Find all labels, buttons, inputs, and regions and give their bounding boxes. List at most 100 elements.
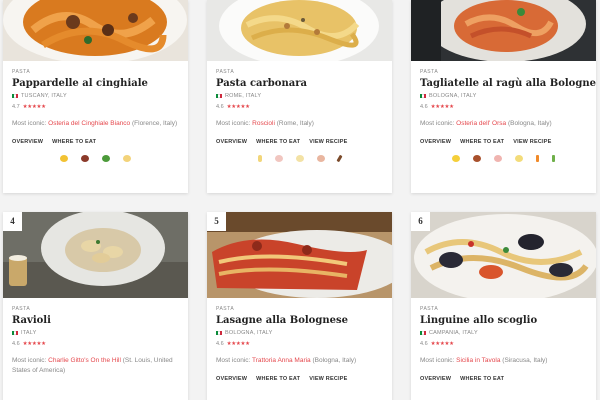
- where-to-eat-link[interactable]: WHERE TO EAT: [460, 139, 504, 145]
- restaurant-link[interactable]: Charlie Gitto's On the Hill: [48, 357, 121, 364]
- dish-category: PASTA: [12, 69, 31, 75]
- rating-value: 4.6: [216, 104, 224, 110]
- linguine-photo: [411, 212, 596, 298]
- dish-name[interactable]: Ravioli: [12, 315, 179, 326]
- overview-link[interactable]: OVERVIEW: [216, 139, 247, 145]
- dish-card[interactable]: 5 PASTA Lasagne alla Bolognese BOLOGNA, …: [207, 212, 392, 400]
- dish-card[interactable]: PASTA Pappardelle al cinghiale TUSCANY, …: [3, 0, 188, 193]
- herb-icon[interactable]: [102, 155, 110, 162]
- dish-origin-text: TUSCANY, ITALY: [21, 93, 67, 99]
- cheese-icon[interactable]: [123, 155, 131, 162]
- most-iconic-label: Most iconic:: [420, 120, 455, 127]
- overview-link[interactable]: OVERVIEW: [420, 376, 451, 382]
- dish-photo[interactable]: [411, 0, 596, 61]
- dish-origin-text: ITALY: [21, 330, 37, 336]
- dish-rating: 4.6 ★★★★★: [216, 341, 383, 347]
- restaurant-location: (Siracusa, Italy): [502, 357, 548, 364]
- carrot-icon[interactable]: [536, 155, 539, 162]
- overview-link[interactable]: OVERVIEW: [420, 139, 451, 145]
- dish-name[interactable]: Tagliatelle al ragù alla Bolognese: [420, 78, 596, 89]
- most-iconic: Most iconic: Charlie Gitto's On the Hill…: [12, 356, 179, 376]
- overview-link[interactable]: OVERVIEW: [12, 139, 43, 145]
- beef-icon[interactable]: [473, 155, 481, 162]
- most-iconic-label: Most iconic:: [420, 357, 455, 364]
- most-iconic-label: Most iconic:: [12, 357, 47, 364]
- cheese-icon[interactable]: [515, 155, 523, 162]
- restaurant-link[interactable]: Roscioli: [252, 120, 275, 127]
- italy-flag-icon: [12, 94, 18, 98]
- restaurant-link[interactable]: Osteria del Cinghiale Bianco: [48, 120, 130, 127]
- pasta-icon[interactable]: [452, 155, 460, 162]
- star-rating-icon: ★★★★★: [22, 341, 46, 347]
- dish-photo[interactable]: 5: [207, 212, 392, 298]
- most-iconic: Most iconic: Osteria dell' Orsa (Bologna…: [420, 119, 587, 129]
- restaurant-link[interactable]: Trattoria Anna Maria: [252, 357, 311, 364]
- pepper-icon[interactable]: [336, 154, 343, 163]
- rating-value: 4.6: [216, 341, 224, 347]
- tagliatelle-photo: [411, 0, 596, 61]
- dish-rating: 4.7 ★★★★★: [12, 104, 179, 110]
- celery-icon[interactable]: [552, 155, 555, 162]
- pasta-icon[interactable]: [258, 155, 262, 162]
- dish-card[interactable]: 6 PASTA Linguine allo scoglio CAMPANIA, …: [411, 212, 596, 400]
- card-actions: OVERVIEW WHERE TO EAT: [12, 139, 179, 145]
- dish-name[interactable]: Lasagne alla Bolognese: [216, 315, 383, 326]
- rank-badge: 5: [207, 212, 226, 231]
- italy-flag-icon: [420, 331, 426, 335]
- italy-flag-icon: [12, 331, 18, 335]
- dish-card[interactable]: PASTA Pasta carbonara ROME, ITALY 4.6 ★★…: [207, 0, 392, 193]
- card-actions: OVERVIEW WHERE TO EAT VIEW RECIPE: [216, 139, 383, 145]
- meat-icon[interactable]: [81, 155, 89, 162]
- dish-name[interactable]: Pappardelle al cinghiale: [12, 78, 179, 89]
- pasta-icon[interactable]: [60, 155, 68, 162]
- dish-origin-text: ROME, ITALY: [225, 93, 262, 99]
- view-recipe-link[interactable]: VIEW RECIPE: [513, 139, 551, 145]
- restaurant-location: (Bologna, Italy): [312, 357, 357, 364]
- dish-card[interactable]: 4 PASTA Ravioli ITALY 4.6 ★★★★★ Most ico…: [3, 212, 188, 400]
- italy-flag-icon: [216, 331, 222, 335]
- cheese-icon[interactable]: [296, 155, 304, 162]
- rating-value: 4.7: [12, 104, 20, 110]
- restaurant-link[interactable]: Osteria dell' Orsa: [456, 120, 506, 127]
- where-to-eat-link[interactable]: WHERE TO EAT: [52, 139, 96, 145]
- guanciale-icon[interactable]: [275, 155, 283, 162]
- most-iconic: Most iconic: Trattoria Anna Maria (Bolog…: [216, 356, 383, 366]
- overview-link[interactable]: OVERVIEW: [216, 376, 247, 382]
- italy-flag-icon: [420, 94, 426, 98]
- view-recipe-link[interactable]: VIEW RECIPE: [309, 376, 347, 382]
- where-to-eat-link[interactable]: WHERE TO EAT: [256, 376, 300, 382]
- view-recipe-link[interactable]: VIEW RECIPE: [309, 139, 347, 145]
- dish-photo[interactable]: [207, 0, 392, 61]
- dish-name[interactable]: Pasta carbonara: [216, 78, 383, 89]
- dish-origin-text: BOLOGNA, ITALY: [429, 93, 477, 99]
- dish-origin-text: CAMPANIA, ITALY: [429, 330, 478, 336]
- most-iconic: Most iconic: Osteria del Cinghiale Bianc…: [12, 119, 179, 129]
- pork-icon[interactable]: [494, 155, 502, 162]
- rating-value: 4.6: [420, 341, 428, 347]
- dish-card[interactable]: PASTA Tagliatelle al ragù alla Bolognese…: [411, 0, 596, 193]
- card-actions: OVERVIEW WHERE TO EAT VIEW RECIPE: [216, 376, 383, 382]
- dish-category: PASTA: [216, 69, 235, 75]
- restaurant-location: (Rome, Italy): [276, 120, 314, 127]
- dish-category: PASTA: [12, 306, 31, 312]
- dish-origin: ROME, ITALY: [216, 93, 383, 99]
- italy-flag-icon: [216, 94, 222, 98]
- dish-origin: TUSCANY, ITALY: [12, 93, 179, 99]
- ingredient-icons: [12, 155, 179, 162]
- egg-icon[interactable]: [317, 155, 325, 162]
- dish-photo[interactable]: 4: [3, 212, 188, 298]
- dish-grid: PASTA Pappardelle al cinghiale TUSCANY, …: [0, 0, 600, 400]
- rank-badge: 4: [3, 212, 22, 231]
- dish-origin-text: BOLOGNA, ITALY: [225, 330, 273, 336]
- dish-rating: 4.6 ★★★★★: [420, 104, 587, 110]
- most-iconic-label: Most iconic:: [12, 120, 47, 127]
- where-to-eat-link[interactable]: WHERE TO EAT: [460, 376, 504, 382]
- where-to-eat-link[interactable]: WHERE TO EAT: [256, 139, 300, 145]
- card-actions: OVERVIEW WHERE TO EAT VIEW RECIPE: [420, 139, 587, 145]
- dish-photo[interactable]: [3, 0, 188, 61]
- dish-name[interactable]: Linguine allo scoglio: [420, 315, 587, 326]
- restaurant-link[interactable]: Sicilia in Tavola: [456, 357, 500, 364]
- most-iconic: Most iconic: Roscioli (Rome, Italy): [216, 119, 383, 129]
- star-rating-icon: ★★★★★: [430, 341, 454, 347]
- dish-photo[interactable]: 6: [411, 212, 596, 298]
